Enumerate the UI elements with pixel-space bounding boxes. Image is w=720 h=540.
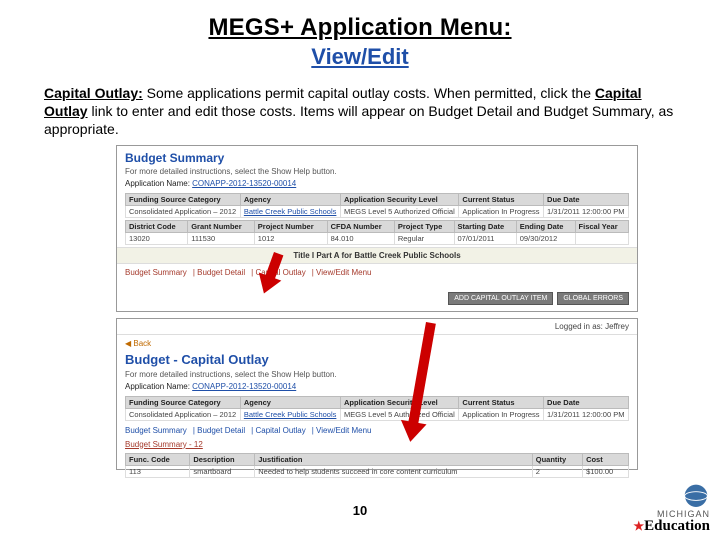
- star-icon: ★: [633, 519, 644, 533]
- application-name-link[interactable]: CONAPP-2012-13520-00014: [192, 179, 296, 188]
- globe-icon: [682, 482, 710, 510]
- panel-title: Budget Summary: [117, 146, 637, 167]
- tab-budget-summary[interactable]: Budget Summary: [125, 268, 187, 277]
- tab-bar: Budget Summary| Budget Detail| Capital O…: [117, 264, 637, 281]
- application-name: Application Name: CONAPP-2012-13520-0001…: [117, 382, 637, 394]
- login-status: Logged in as: Jeffrey: [117, 319, 637, 335]
- tab-budget-summary[interactable]: Budget Summary: [125, 426, 187, 435]
- table-row: 13020111530101284.010Regular07/01/201109…: [126, 232, 629, 244]
- help-note: For more detailed instructions, select t…: [117, 370, 637, 382]
- lead-term: Capital Outlay:: [44, 85, 143, 101]
- tab-bar: Budget Summary| Budget Detail| Capital O…: [117, 423, 637, 438]
- application-name-link[interactable]: CONAPP-2012-13520-00014: [192, 382, 296, 391]
- application-name: Application Name: CONAPP-2012-13520-0001…: [117, 179, 637, 191]
- body-paragraph: Capital Outlay: Some applications permit…: [44, 84, 676, 139]
- tab-budget-detail[interactable]: Budget Detail: [197, 268, 245, 277]
- michigan-education-logo: MICHIGAN ★Education: [633, 482, 710, 534]
- table-row: 113smartboardNeeded to help students suc…: [126, 465, 629, 477]
- section-title: Title I Part A for Battle Creek Public S…: [117, 247, 637, 264]
- funding-table: Funding Source CategoryAgencyApplication…: [125, 396, 629, 421]
- help-note: For more detailed instructions, select t…: [117, 167, 637, 179]
- funding-table: Funding Source Category Agency Applicati…: [125, 193, 629, 218]
- slide-subtitle: View/Edit: [44, 44, 676, 70]
- page-title: Budget - Capital Outlay: [117, 352, 637, 370]
- outlay-table: Func. CodeDescriptionJustificationQuanti…: [125, 453, 629, 478]
- tab-budget-detail[interactable]: Budget Detail: [197, 426, 245, 435]
- tab-capital-outlay[interactable]: Capital Outlay: [255, 426, 305, 435]
- tab-view-edit-menu[interactable]: View/Edit Menu: [316, 426, 371, 435]
- tab-view-edit-menu[interactable]: View/Edit Menu: [316, 268, 371, 277]
- global-errors-button[interactable]: GLOBAL ERRORS: [557, 292, 629, 305]
- grant-table: District CodeGrant NumberProject NumberC…: [125, 220, 629, 245]
- screenshot-capital-outlay: Logged in as: Jeffrey ◀ Back Budget - Ca…: [116, 318, 638, 470]
- agency-link[interactable]: Battle Creek Public Schools: [244, 207, 337, 216]
- slide-title: MEGS+ Application Menu:: [44, 14, 676, 42]
- add-capital-outlay-button[interactable]: ADD CAPITAL OUTLAY ITEM: [448, 292, 553, 305]
- back-link[interactable]: ◀ Back: [117, 335, 637, 352]
- table-row: Consolidated Application – 2012 Battle C…: [126, 408, 629, 420]
- agency-link[interactable]: Battle Creek Public Schools: [244, 410, 337, 419]
- table-row: Consolidated Application – 2012 Battle C…: [126, 205, 629, 217]
- page-number: 10: [0, 503, 720, 518]
- tab-capital-outlay[interactable]: Capital Outlay: [255, 268, 305, 277]
- screenshot-budget-summary: Budget Summary For more detailed instruc…: [116, 145, 638, 312]
- budget-summary-link[interactable]: Budget Summary - 12: [117, 438, 637, 451]
